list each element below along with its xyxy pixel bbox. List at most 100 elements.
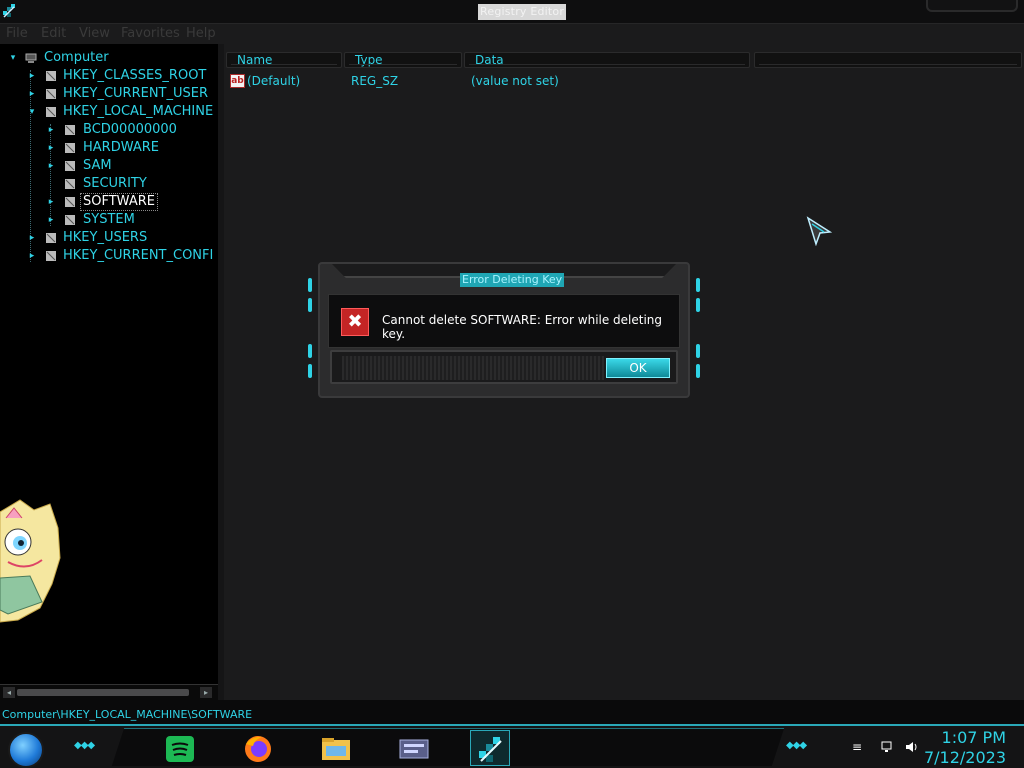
menu-favorites[interactable]: Favorites: [121, 26, 180, 41]
tree-item-label: HKEY_CLASSES_ROOT: [63, 68, 207, 83]
computer-icon: [25, 53, 37, 63]
tree-item-label-selected: SOFTWARE: [80, 193, 158, 211]
menu-view[interactable]: View: [79, 26, 110, 41]
dialog-message: Cannot delete SOFTWARE: Error while dele…: [382, 313, 663, 341]
folder-icon: [65, 125, 75, 135]
regedit-icon: [479, 737, 502, 762]
volume-icon[interactable]: [904, 740, 920, 754]
tree-item-hkey-local-machine[interactable]: ▾ HKEY_LOCAL_MACHINE: [0, 103, 218, 121]
scroll-thumb[interactable]: [17, 689, 189, 696]
spotify-icon: [166, 736, 194, 762]
column-header-data[interactable]: Data: [464, 52, 750, 68]
expand-icon[interactable]: ▸: [27, 233, 37, 243]
clock[interactable]: 1:07 PM 7/12/2023: [924, 728, 1006, 768]
network-icon[interactable]: [880, 740, 896, 754]
column-header-name[interactable]: Name: [226, 52, 342, 68]
folder-icon: [46, 71, 56, 81]
ok-button[interactable]: OK: [606, 358, 670, 378]
menu-file[interactable]: File: [6, 26, 28, 41]
expand-icon[interactable]: ▸: [27, 71, 37, 81]
tree-item-hkey-users[interactable]: ▸ HKEY_USERS: [0, 229, 218, 247]
tree-item-label: HKEY_USERS: [63, 230, 148, 245]
taskbar-app-file-explorer[interactable]: [316, 730, 356, 766]
tree-item-security[interactable]: SECURITY: [0, 175, 218, 193]
dialog-accent: [696, 364, 700, 378]
taskbar-decoration: ◆◆◆: [74, 740, 95, 751]
dialog-accent: [696, 298, 700, 312]
collapse-icon[interactable]: ▾: [27, 107, 37, 117]
column-header-label: Name: [237, 53, 273, 67]
folder-icon: [46, 107, 56, 117]
regedit-icon[interactable]: [2, 3, 18, 19]
character-sticker: [0, 499, 61, 623]
taskbar-app-regedit[interactable]: [470, 730, 510, 766]
tree-item-hkey-current-user[interactable]: ▸ HKEY_CURRENT_USER: [0, 85, 218, 103]
tree-item-label: BCD00000000: [83, 122, 177, 137]
folder-icon: [46, 251, 56, 261]
dialog-title: Error Deleting Key: [460, 273, 565, 287]
taskbar-decoration: ◆◆◆: [786, 740, 807, 751]
control-panel-icon: [399, 739, 429, 759]
tree-item-sam[interactable]: ▸ SAM: [0, 157, 218, 175]
error-icon: ✖: [341, 308, 369, 336]
dialog-accent: [308, 344, 312, 358]
dialog-footer: OK: [330, 350, 678, 384]
tree-item-system[interactable]: ▸ SYSTEM: [0, 211, 218, 229]
menu-help[interactable]: Help: [186, 26, 216, 41]
menu-bar: File Edit View Favorites Help: [0, 24, 224, 44]
tree-item-bcd[interactable]: ▸ BCD00000000: [0, 121, 218, 139]
expand-icon[interactable]: ▸: [46, 161, 56, 171]
column-header-label: Type: [355, 53, 383, 67]
expand-icon[interactable]: ▸: [27, 251, 37, 261]
tree-horizontal-scrollbar[interactable]: ◂ ▸: [0, 684, 218, 700]
tree-item-label: Computer: [44, 50, 109, 65]
tree-item-software[interactable]: ▸ SOFTWARE: [0, 193, 218, 211]
tree-item-hardware[interactable]: ▸ HARDWARE: [0, 139, 218, 157]
expand-icon[interactable]: ▸: [46, 197, 56, 207]
expand-icon[interactable]: ▸: [46, 143, 56, 153]
tree-item-label: SAM: [83, 158, 112, 173]
tree-item-label: HKEY_CURRENT_USER: [63, 86, 209, 101]
file-explorer-icon: [322, 738, 350, 760]
collapse-icon[interactable]: ▾: [8, 53, 18, 63]
title-bar-decoration: [926, 0, 1018, 12]
tree-item-computer[interactable]: ▾ Computer: [0, 49, 218, 67]
dialog-accent: [308, 278, 312, 292]
tree-item-label: HKEY_CURRENT_CONFI: [63, 248, 214, 263]
dialog-accent: [696, 344, 700, 358]
status-path: Computer\HKEY_LOCAL_MACHINE\SOFTWARE: [2, 708, 253, 721]
value-name: (Default): [247, 74, 301, 88]
tree-item-hkey-current-config[interactable]: ▸ HKEY_CURRENT_CONFI: [0, 247, 218, 265]
column-header-empty: [754, 52, 1022, 68]
folder-icon: [65, 179, 75, 189]
expand-icon[interactable]: ▸: [46, 215, 56, 225]
value-data: (value not set): [471, 74, 559, 88]
folder-icon: [46, 233, 56, 243]
scroll-left-icon[interactable]: ◂: [3, 687, 15, 698]
clock-date: 7/12/2023: [923, 748, 1006, 767]
expand-icon[interactable]: ▸: [46, 125, 56, 135]
folder-icon: [46, 89, 56, 99]
start-button[interactable]: [8, 732, 44, 768]
firefox-icon: [245, 736, 271, 762]
expand-icon[interactable]: ▸: [27, 89, 37, 99]
list-item[interactable]: ab (Default) REG_SZ (value not set): [224, 72, 1024, 90]
dialog-accent: [308, 364, 312, 378]
window-title: Registry Editor: [478, 4, 567, 20]
tree-item-hkey-classes-root[interactable]: ▸ HKEY_CLASSES_ROOT: [0, 67, 218, 85]
folder-icon: [65, 215, 75, 225]
taskbar-app-spotify[interactable]: [160, 730, 200, 766]
taskbar-app-firefox[interactable]: [238, 730, 278, 766]
scroll-right-icon[interactable]: ▸: [200, 687, 212, 698]
taskbar: ◆◆◆ ◆◆◆ ≡ 1:07 PM 7/12/2023: [0, 724, 1024, 768]
taskbar-app-control-panel[interactable]: [394, 730, 434, 766]
tree-item-label: HARDWARE: [83, 140, 159, 155]
title-bar: Registry Editor: [0, 0, 1024, 24]
dialog-accent: [696, 278, 700, 292]
column-header-type[interactable]: Type: [344, 52, 462, 68]
show-desktop-icon[interactable]: ≡: [852, 740, 868, 754]
clock-time: 1:07 PM: [941, 728, 1006, 747]
tree-item-label: SECURITY: [83, 176, 147, 191]
menu-edit[interactable]: Edit: [41, 26, 66, 41]
tree-item-label: HKEY_LOCAL_MACHINE: [63, 104, 214, 119]
